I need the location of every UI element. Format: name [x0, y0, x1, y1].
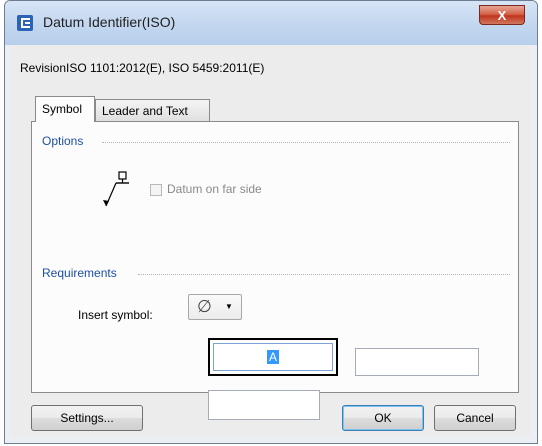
- tab-leader-and-text[interactable]: Leader and Text: [95, 99, 210, 121]
- ok-button[interactable]: OK: [342, 405, 424, 431]
- diameter-symbol-icon: ∅: [197, 297, 212, 316]
- options-divider: [102, 142, 510, 143]
- settings-button[interactable]: Settings...: [31, 405, 143, 431]
- datum-letter-value: A: [266, 350, 279, 364]
- cancel-button[interactable]: Cancel: [434, 405, 516, 431]
- requirements-divider: [138, 274, 510, 275]
- symbol-tab-panel: Options Datum on far side Requirements I…: [31, 121, 519, 420]
- datum-identifier-dialog: Datum Identifier(ISO) X RevisionISO 1101…: [4, 0, 538, 444]
- options-heading: Options: [42, 134, 84, 148]
- insert-symbol-dropdown[interactable]: ∅ ▼: [188, 294, 242, 320]
- requirements-heading: Requirements: [42, 266, 117, 280]
- window-title: Datum Identifier(ISO): [43, 14, 176, 30]
- tab-symbol[interactable]: Symbol: [35, 96, 95, 122]
- insert-symbol-label: Insert symbol:: [78, 308, 153, 322]
- lower-text-input[interactable]: [208, 390, 320, 420]
- secondary-text-input[interactable]: [355, 348, 479, 376]
- datum-far-side-label: Datum on far side: [167, 182, 262, 196]
- title-bar[interactable]: Datum Identifier(ISO) X: [5, 1, 537, 45]
- datum-leader-icon: [103, 171, 129, 207]
- datum-letter-input[interactable]: A: [213, 343, 333, 371]
- revision-text: RevisionISO 1101:2012(E), ISO 5459:2011(…: [20, 61, 265, 75]
- app-icon: [17, 15, 33, 31]
- dialog-body: RevisionISO 1101:2012(E), ISO 5459:2011(…: [11, 45, 531, 437]
- datum-far-side-checkbox[interactable]: [150, 184, 162, 196]
- dropdown-arrow-icon: ▼: [225, 302, 233, 311]
- close-button[interactable]: X: [479, 5, 525, 25]
